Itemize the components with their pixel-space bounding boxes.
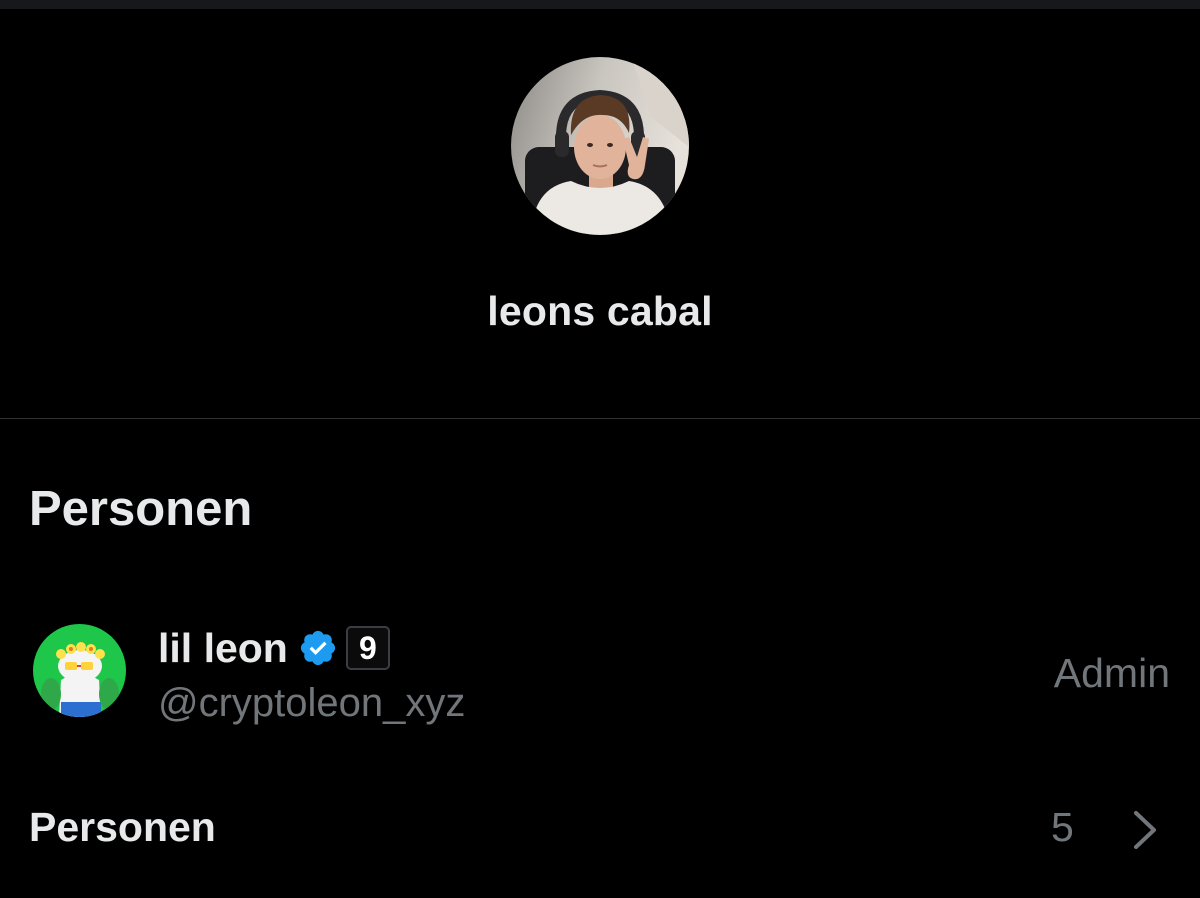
member-name-line: lil leon 9	[158, 622, 390, 674]
group-name: leons cabal	[487, 288, 713, 334]
divider	[0, 418, 1200, 419]
group-info-screen: leons cabal Personen lil leon 9 @cryptol…	[0, 0, 1200, 898]
member-row[interactable]: lil leon 9 @cryptoleon_xyz Admin	[0, 600, 1200, 740]
member-avatar-image	[33, 624, 126, 717]
people-row-label: Personen	[29, 804, 216, 850]
chevron-right-icon	[1134, 811, 1156, 849]
verified-badge-icon	[298, 628, 338, 668]
member-handle: @cryptoleon_xyz	[158, 681, 466, 725]
group-avatar-photo	[511, 57, 689, 235]
group-avatar[interactable]	[511, 57, 689, 235]
affiliate-badge: 9	[345, 626, 390, 670]
top-strip	[0, 0, 1200, 9]
member-avatar[interactable]	[33, 624, 126, 717]
member-name: lil leon	[158, 625, 288, 671]
people-row[interactable]: Personen 5	[0, 790, 1200, 870]
member-role: Admin	[1053, 650, 1170, 696]
people-section-title: Personen	[29, 482, 253, 536]
people-count: 5	[1051, 804, 1074, 850]
